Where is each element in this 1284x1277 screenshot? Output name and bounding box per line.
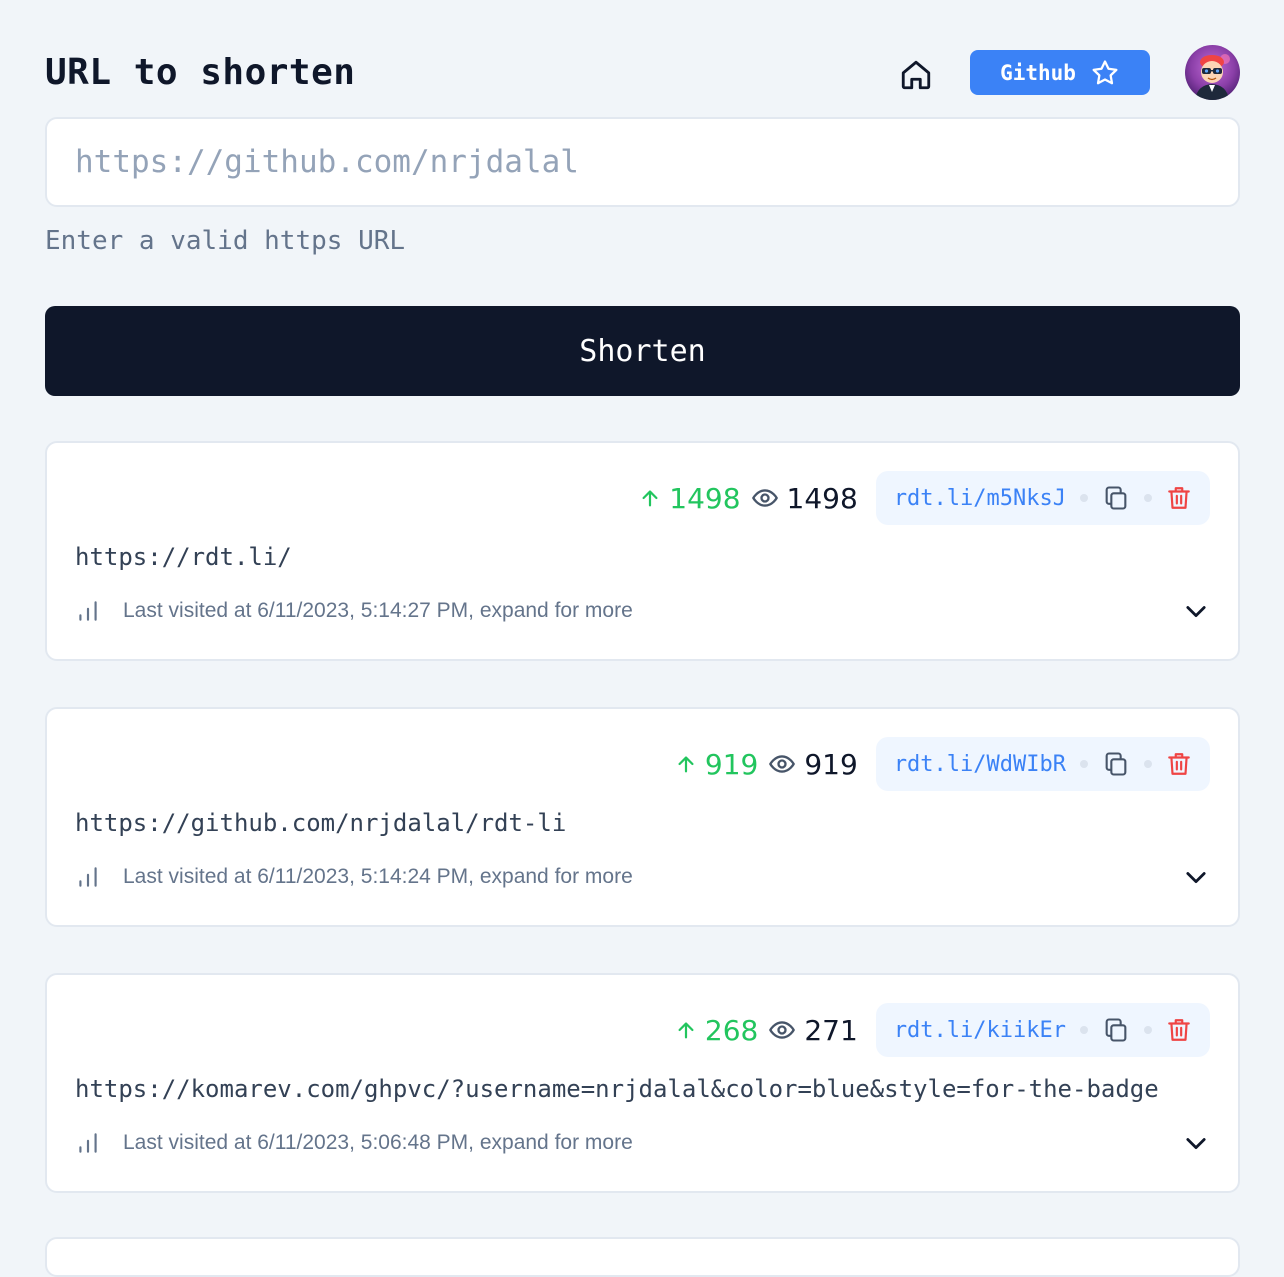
link-card: 1498 1498 rdt.li/m5NksJ https://rdt.li/ … <box>45 441 1240 661</box>
home-button[interactable] <box>895 54 937 96</box>
arrow-up-icon <box>678 756 694 773</box>
copy-button[interactable] <box>1102 750 1130 778</box>
star-icon <box>1092 59 1118 84</box>
eye-icon <box>769 755 796 773</box>
url-hint: Enter a valid https URL <box>45 226 406 256</box>
separator-dot <box>1144 1026 1152 1034</box>
header: URL to shorten Github <box>45 44 1240 104</box>
views-count: 271 <box>804 1013 858 1047</box>
url-input[interactable] <box>45 117 1240 207</box>
link-card-footer: Last visited at 6/11/2023, 5:14:27 PM, e… <box>75 593 1210 629</box>
link-card: 268 271 rdt.li/kiikEr https://komarev.co… <box>45 973 1240 1193</box>
delete-button[interactable] <box>1166 751 1192 777</box>
views-stat: 919 <box>768 747 858 781</box>
avatar[interactable] <box>1185 45 1240 100</box>
copy-icon <box>1105 752 1127 776</box>
short-url-pill: rdt.li/WdWIbR <box>875 737 1210 791</box>
long-url[interactable]: https://komarev.com/ghpvc/?username=nrjd… <box>75 1075 1159 1103</box>
up-count: 1498 <box>669 481 741 515</box>
views-count: 1498 <box>786 481 858 515</box>
separator-dot <box>1080 494 1088 502</box>
shorten-button[interactable]: Shorten <box>45 306 1240 396</box>
trash-icon <box>1168 753 1190 775</box>
long-url[interactable]: https://rdt.li/ <box>75 543 292 571</box>
up-stat: 919 <box>675 748 758 781</box>
short-url-link[interactable]: rdt.li/kiikEr <box>894 1018 1066 1043</box>
last-visited-text: Last visited at 6/11/2023, 5:14:27 PM, e… <box>123 599 633 622</box>
up-count: 268 <box>704 1013 759 1047</box>
short-url-link[interactable]: rdt.li/WdWIbR <box>894 752 1066 777</box>
link-card-header: 919 919 rdt.li/WdWIbR <box>675 737 1210 791</box>
avatar-image <box>1185 45 1240 100</box>
github-label: Github <box>1000 60 1076 85</box>
bar-chart-icon <box>79 867 97 887</box>
last-visited-text: Last visited at 6/11/2023, 5:14:24 PM, e… <box>123 865 633 888</box>
eye-icon <box>751 489 778 507</box>
delete-button[interactable] <box>1166 485 1192 511</box>
chevron-down-icon <box>1186 1138 1206 1150</box>
views-count: 919 <box>804 747 858 781</box>
short-url-pill: rdt.li/m5NksJ <box>875 471 1210 525</box>
copy-button[interactable] <box>1102 1016 1130 1044</box>
delete-button[interactable] <box>1166 1017 1192 1043</box>
arrow-up-icon <box>678 1022 694 1039</box>
chevron-down-icon <box>1186 872 1206 884</box>
views-stat: 1498 <box>751 482 858 515</box>
trash-icon <box>1168 1019 1190 1041</box>
expand-button[interactable] <box>1182 597 1210 625</box>
copy-icon <box>1105 486 1127 510</box>
expand-button[interactable] <box>1182 863 1210 891</box>
up-count: 919 <box>704 747 759 781</box>
long-url[interactable]: https://github.com/nrjdalal/rdt-li <box>75 809 566 837</box>
home-icon <box>901 60 931 90</box>
up-stat: 268 <box>675 1014 758 1047</box>
separator-dot <box>1144 760 1152 768</box>
last-visited-text: Last visited at 6/11/2023, 5:06:48 PM, e… <box>123 1131 633 1154</box>
separator-dot <box>1144 494 1152 502</box>
link-card-footer: Last visited at 6/11/2023, 5:14:24 PM, e… <box>75 859 1210 895</box>
short-url-pill: rdt.li/kiikEr <box>875 1003 1210 1057</box>
link-card-header: 1498 1498 rdt.li/m5NksJ <box>639 471 1210 525</box>
bar-chart-icon <box>79 601 97 621</box>
copy-button[interactable] <box>1102 484 1130 512</box>
page-title: URL to shorten <box>45 52 356 93</box>
separator-dot <box>1080 760 1088 768</box>
link-card-partial <box>45 1237 1240 1277</box>
expand-button[interactable] <box>1182 1129 1210 1157</box>
github-button[interactable]: Github <box>970 50 1150 95</box>
arrow-up-icon <box>642 490 658 507</box>
link-card: 919 919 rdt.li/WdWIbR https://github.com… <box>45 707 1240 927</box>
up-stat: 1498 <box>639 481 741 515</box>
link-card-footer: Last visited at 6/11/2023, 5:06:48 PM, e… <box>75 1125 1210 1161</box>
chevron-down-icon <box>1186 606 1206 618</box>
bar-chart-icon <box>79 1133 97 1153</box>
link-card-header: 268 271 rdt.li/kiikEr <box>675 1003 1210 1057</box>
trash-icon <box>1168 487 1190 509</box>
copy-icon <box>1105 1018 1127 1042</box>
views-stat: 271 <box>768 1013 858 1047</box>
separator-dot <box>1080 1026 1088 1034</box>
eye-icon <box>769 1021 796 1039</box>
short-url-link[interactable]: rdt.li/m5NksJ <box>894 486 1066 511</box>
